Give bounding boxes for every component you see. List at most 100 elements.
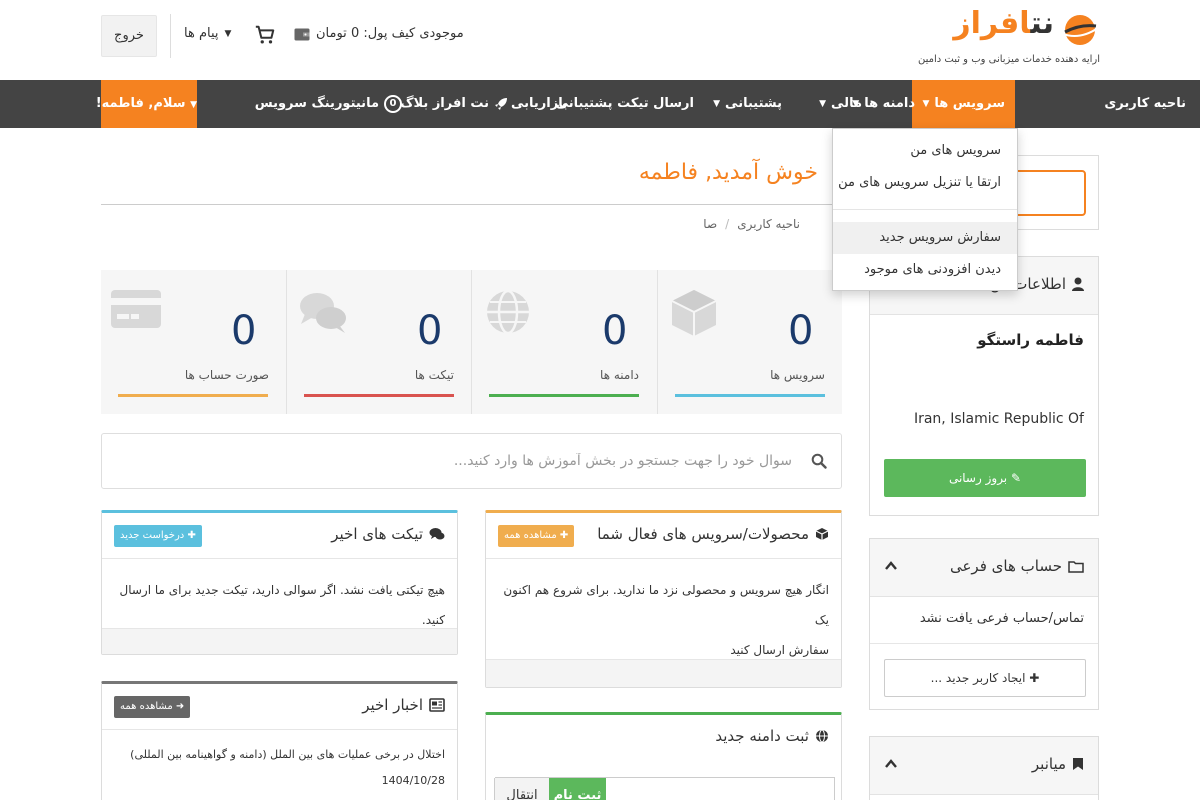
page-title: خوش آمدید, فاطمه [638,160,818,185]
logo-globe-icon [1062,15,1099,45]
nav-domains-label: دامنه ها [864,96,915,111]
news-item-date: 1404/10/28 [381,774,445,787]
stat-services-bar [675,394,825,397]
news-panel-title-text: اخبار اخیر [362,696,423,714]
nav-billing[interactable]: مالی ▼ [819,80,862,128]
site-logo[interactable]: نتافراز ارایه دهنده خدمات میزبانی وب و ث… [910,6,1100,72]
user-icon [1072,277,1084,291]
nav-support-label: پشتیبانی [725,96,782,111]
stat-domains[interactable]: 0 دامنه ها [471,270,656,414]
news-item-title: اختلال در برخی عملیات های بین الملل (دام… [130,748,445,761]
products-empty-line1: انگار هیچ سرویس و محصولی نزد ما ندارید. … [503,583,829,627]
nav-affiliates[interactable]: بازاریابی [511,80,568,128]
breadcrumb-separator: / [725,217,730,231]
domain-tab-bar: ثبت نام انتقال [494,777,835,800]
news-view-all-button[interactable]: ➜ مشاهده همه [114,696,191,718]
subaccounts-card: حساب های فرعی تماس/حساب فرعی یافت نشد ✚ … [869,538,1099,710]
stat-invoices[interactable]: 0 صورت حساب ها [101,270,286,414]
subaccounts-empty-message: تماس/حساب فرعی یافت نشد [919,611,1084,626]
dropdown-order-new-service[interactable]: سفارش سرویس جدید [833,222,1017,254]
dropdown-upgrade-services[interactable]: ارتقا یا تنزیل سرویس های من [833,167,1017,199]
nav-blog[interactable]: نت افراز بلاگ [400,80,508,128]
tickets-empty-message: هیچ تیکتی یافت نشد. اگر سوالی دارید، تیک… [119,583,446,627]
dropdown-my-services[interactable]: سرویس های من [833,135,1017,167]
products-panel-header: محصولات/سرویس های فعال شما ✚ مشاهده همه [486,513,841,559]
search-icon[interactable] [811,453,827,469]
update-details-label: بروز رسانی [948,471,1008,485]
dropdown-view-addons[interactable]: دیدن افزودنی های موجود [833,254,1017,286]
messages-menu[interactable]: ▼ پیام ها [184,26,231,41]
products-view-all-button[interactable]: ✚ مشاهده همه [498,525,575,547]
user-greeting-label: سلام, فاطمه! [95,96,186,111]
products-panel-title: محصولات/سرویس های فعال شما [597,525,829,543]
stat-tickets-label: تیکت ها [414,368,454,382]
stat-tickets-value: 0 [417,308,443,354]
caret-down-icon: ▼ [819,99,827,109]
new-user-button[interactable]: ✚ ایجاد کاربر جدید ... [884,659,1086,697]
shortcuts-title: میانبر [1032,755,1084,773]
tickets-panel: تیکت های اخیر ✚ درخواست جدید هیچ تیکتی ی… [101,510,458,655]
breadcrumb-current: صا [703,217,718,231]
logo-tagline: ارایه دهنده خدمات میزبانی وب و ثبت دامین [917,54,1100,65]
breadcrumb-client-area[interactable]: ناحیه کاربری [737,217,800,231]
domain-panel-header: ثبت دامنه جدید [486,715,841,761]
wallet-balance[interactable]: موجودی کیف پول: 0 تومان [294,26,464,41]
shortcuts-card: میانبر [869,736,1099,800]
caret-down-icon: ▼ [922,99,930,109]
news-panel-header: اخبار اخیر ➜ مشاهده همه [102,684,457,730]
shortcuts-header[interactable]: میانبر [870,737,1098,795]
logo-word-orange: افراز [953,6,1031,41]
subaccounts-header[interactable]: حساب های فرعی [870,539,1098,597]
cube-icon [671,290,717,336]
cube-icon [815,528,829,540]
chevron-up-icon[interactable] [884,757,898,771]
stat-tickets[interactable]: 0 تیکت ها [286,270,471,414]
stat-domains-label: دامنه ها [600,368,639,382]
nav-billing-label: مالی [831,96,862,111]
nav-blog-label: نت افراز بلاگ [400,96,489,111]
caret-down-icon: ▼ [713,99,721,109]
user-greeting-menu[interactable]: ▼ سلام, فاطمه! [96,80,197,128]
nav-client-area[interactable]: ناحیه کاربری [1104,80,1186,128]
rocket-icon [495,98,507,110]
stat-invoices-label: صورت حساب ها [184,368,269,382]
tickets-panel-footer [102,628,457,654]
logout-button[interactable]: خروج [101,15,157,57]
update-details-button[interactable]: ✎ بروز رسانی [884,459,1086,497]
globe-icon [487,289,529,335]
header-divider [170,14,171,58]
chevron-up-icon[interactable] [884,559,898,573]
kb-search-input[interactable] [112,442,792,480]
subaccounts-title-text: حساب های فرعی [949,557,1062,575]
client-country: Iran, Islamic Republic Of [913,411,1084,427]
tab-transfer-domain[interactable]: انتقال [494,778,549,800]
nav-open-ticket[interactable]: ارسال تیکت پشتیبانی [556,80,694,128]
stat-tickets-bar [304,394,454,397]
cart-icon[interactable] [254,24,276,46]
breadcrumb: ناحیه کاربری / صا [703,217,800,231]
new-ticket-button[interactable]: ✚ درخواست جدید [114,525,202,547]
messages-label: پیام ها [184,26,219,41]
arrow-right-icon: ➜ [175,701,185,712]
stat-domains-value: 0 [602,308,628,354]
tickets-panel-header: تیکت های اخیر ✚ درخواست جدید [102,513,457,559]
tickets-panel-title-text: تیکت های اخیر [331,525,423,543]
stat-services[interactable]: 0 سرویس ها [657,270,842,414]
news-item[interactable]: اختلال در برخی عملیات های بین الملل (دام… [130,742,445,794]
news-panel-title: اخبار اخیر [362,696,445,714]
subaccounts-divider [870,643,1098,644]
tab-register-domain[interactable]: ثبت نام [549,778,606,800]
products-panel: محصولات/سرویس های فعال شما ✚ مشاهده همه … [485,510,842,688]
nav-support[interactable]: پشتیبانی ▼ [713,80,782,128]
new-user-label: ایجاد کاربر جدید ... [930,671,1026,685]
nav-services[interactable]: سرویس ها ▼ [912,80,1015,128]
plus-icon: ✚ [187,530,196,541]
client-name: فاطمه راستگو [977,331,1084,349]
nav-monitoring[interactable]: 0 مانیتورینگ سرویس [255,80,402,128]
domain-panel-title-text: ثبت دامنه جدید [715,727,809,745]
products-view-all-label: مشاهده همه [504,530,557,541]
credit-card-icon [111,290,161,328]
tickets-panel-title: تیکت های اخیر [331,525,445,543]
top-header: نتافراز ارایه دهنده خدمات میزبانی وب و ث… [0,0,1200,80]
monitoring-count-badge: 0 [384,95,402,113]
